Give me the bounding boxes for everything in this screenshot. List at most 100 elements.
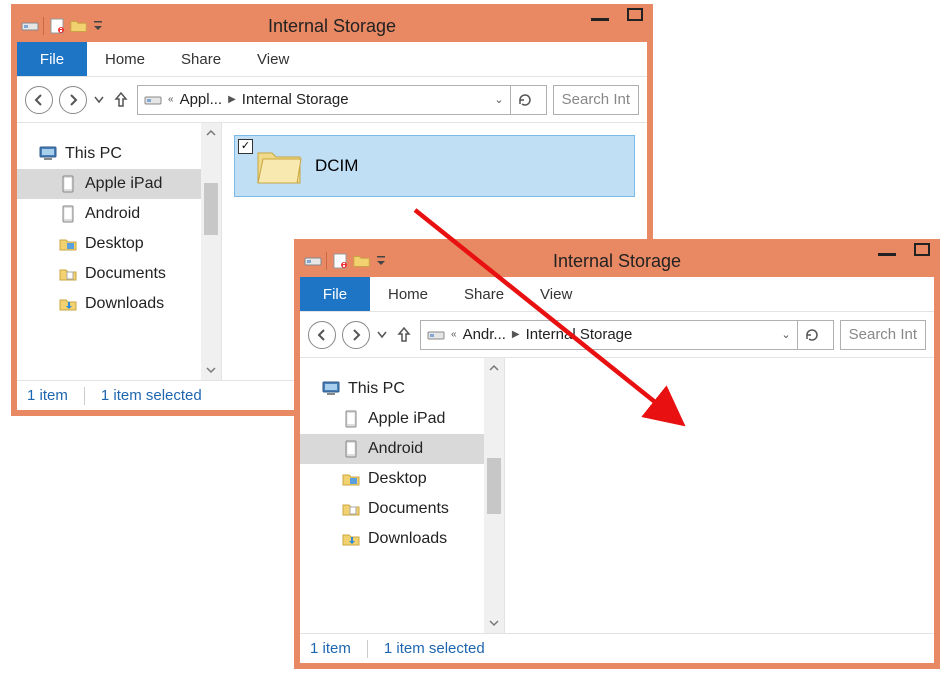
search-input[interactable]: Search Int xyxy=(840,320,926,350)
new-folder-icon[interactable] xyxy=(70,17,88,35)
status-bar: 1 item 1 item selected xyxy=(300,633,934,663)
sidebar-item-this-pc[interactable]: This PC xyxy=(17,139,201,169)
drive-icon xyxy=(304,252,322,270)
sidebar-item-label: Desktop xyxy=(85,235,144,253)
back-button[interactable] xyxy=(25,86,53,114)
minimize-button[interactable] xyxy=(591,18,609,21)
sidebar-scrollbar[interactable] xyxy=(201,123,221,380)
sidebar-item-apple-ipad[interactable]: Apple iPad xyxy=(17,169,201,199)
maximize-button[interactable] xyxy=(914,243,930,256)
sidebar-item-documents[interactable]: Documents xyxy=(300,494,484,524)
forward-button[interactable] xyxy=(342,321,370,349)
share-tab[interactable]: Share xyxy=(163,42,239,76)
device-icon xyxy=(59,205,77,223)
sidebar-scrollbar[interactable] xyxy=(484,358,504,633)
sidebar-item-downloads[interactable]: Downloads xyxy=(17,289,201,319)
view-tab[interactable]: View xyxy=(522,277,590,311)
scroll-thumb[interactable] xyxy=(204,183,218,235)
status-selection-count: 1 item selected xyxy=(101,387,202,404)
chevron-down-icon[interactable]: ⌄ xyxy=(781,328,790,341)
computer-icon xyxy=(39,145,57,163)
status-selection-count: 1 item selected xyxy=(384,640,485,657)
up-button[interactable] xyxy=(111,91,131,109)
device-icon xyxy=(342,410,360,428)
titlebar[interactable]: Internal Storage xyxy=(300,245,934,277)
drive-icon xyxy=(427,326,445,344)
breadcrumb-item[interactable]: Andr... xyxy=(463,326,506,343)
ribbon-tabs: File Home Share View xyxy=(300,277,934,312)
history-dropdown[interactable] xyxy=(376,331,388,339)
folder-label: DCIM xyxy=(315,156,358,176)
sidebar-item-label: Downloads xyxy=(368,530,447,548)
file-tab[interactable]: File xyxy=(17,42,87,76)
history-dropdown[interactable] xyxy=(93,96,105,104)
home-tab[interactable]: Home xyxy=(370,277,446,311)
search-input[interactable]: Search Int xyxy=(553,85,639,115)
sidebar-item-downloads[interactable]: Downloads xyxy=(300,524,484,554)
sidebar-item-label: Documents xyxy=(368,500,449,518)
sidebar-item-documents[interactable]: Documents xyxy=(17,259,201,289)
navigation-pane: This PC Apple iPad Android Desktop xyxy=(300,358,505,633)
sidebar-item-desktop[interactable]: Desktop xyxy=(300,464,484,494)
navigation-bar: « Andr... ▶ Internal Storage ⌄ Search In… xyxy=(300,312,934,358)
folder-icon xyxy=(59,235,77,253)
scroll-up-icon[interactable] xyxy=(201,123,221,143)
maximize-button[interactable] xyxy=(627,8,643,21)
breadcrumb-separator: « xyxy=(168,94,174,105)
ribbon-tabs: File Home Share View xyxy=(17,42,647,77)
sidebar-item-desktop[interactable]: Desktop xyxy=(17,229,201,259)
scroll-thumb[interactable] xyxy=(487,458,501,514)
folder-icon xyxy=(59,265,77,283)
sidebar-item-label: Android xyxy=(85,205,140,223)
home-tab[interactable]: Home xyxy=(87,42,163,76)
qat-dropdown-icon[interactable] xyxy=(375,252,387,270)
scroll-up-icon[interactable] xyxy=(484,358,504,378)
sidebar-item-label: Documents xyxy=(85,265,166,283)
scroll-down-icon[interactable] xyxy=(201,360,221,380)
chevron-right-icon: ▶ xyxy=(228,94,236,105)
folder-icon xyxy=(255,145,303,187)
sidebar-item-apple-ipad[interactable]: Apple iPad xyxy=(300,404,484,434)
folder-icon xyxy=(342,470,360,488)
properties-icon[interactable] xyxy=(331,252,349,270)
file-tab[interactable]: File xyxy=(300,277,370,311)
address-bar[interactable]: « Andr... ▶ Internal Storage ⌄ xyxy=(420,320,834,350)
up-button[interactable] xyxy=(394,326,414,344)
navigation-pane: This PC Apple iPad Android Desktop xyxy=(17,123,222,380)
drive-icon xyxy=(21,17,39,35)
quick-access-toolbar xyxy=(17,17,104,35)
share-tab[interactable]: Share xyxy=(446,277,522,311)
back-button[interactable] xyxy=(308,321,336,349)
qat-dropdown-icon[interactable] xyxy=(92,17,104,35)
sidebar-item-label: Downloads xyxy=(85,295,164,313)
titlebar[interactable]: Internal Storage xyxy=(17,10,647,42)
status-item-count: 1 item xyxy=(310,640,351,657)
computer-icon xyxy=(322,380,340,398)
chevron-right-icon: ▶ xyxy=(512,329,520,340)
sidebar-item-label: Apple iPad xyxy=(368,410,445,428)
sidebar-item-this-pc[interactable]: This PC xyxy=(300,374,484,404)
forward-button[interactable] xyxy=(59,86,87,114)
minimize-button[interactable] xyxy=(878,253,896,256)
sidebar-item-android[interactable]: Android xyxy=(300,434,484,464)
sidebar-item-label: This PC xyxy=(348,380,405,398)
breadcrumb-item[interactable]: Appl... xyxy=(180,91,223,108)
file-content-pane[interactable] xyxy=(505,358,934,633)
folder-item-dcim[interactable]: ✓ DCIM xyxy=(234,135,635,197)
new-folder-icon[interactable] xyxy=(353,252,371,270)
window-title: Internal Storage xyxy=(17,16,647,37)
sidebar-item-label: Android xyxy=(368,440,423,458)
properties-icon[interactable] xyxy=(48,17,66,35)
folder-checkbox[interactable]: ✓ xyxy=(238,139,253,154)
sidebar-item-android[interactable]: Android xyxy=(17,199,201,229)
refresh-button[interactable] xyxy=(797,320,827,350)
device-icon xyxy=(59,175,77,193)
refresh-button[interactable] xyxy=(510,85,540,115)
breadcrumb-item[interactable]: Internal Storage xyxy=(526,326,633,343)
scroll-down-icon[interactable] xyxy=(484,613,504,633)
address-bar[interactable]: « Appl... ▶ Internal Storage ⌄ xyxy=(137,85,547,115)
navigation-bar: « Appl... ▶ Internal Storage ⌄ Search In… xyxy=(17,77,647,123)
breadcrumb-item[interactable]: Internal Storage xyxy=(242,91,349,108)
chevron-down-icon[interactable]: ⌄ xyxy=(494,93,503,106)
view-tab[interactable]: View xyxy=(239,42,307,76)
